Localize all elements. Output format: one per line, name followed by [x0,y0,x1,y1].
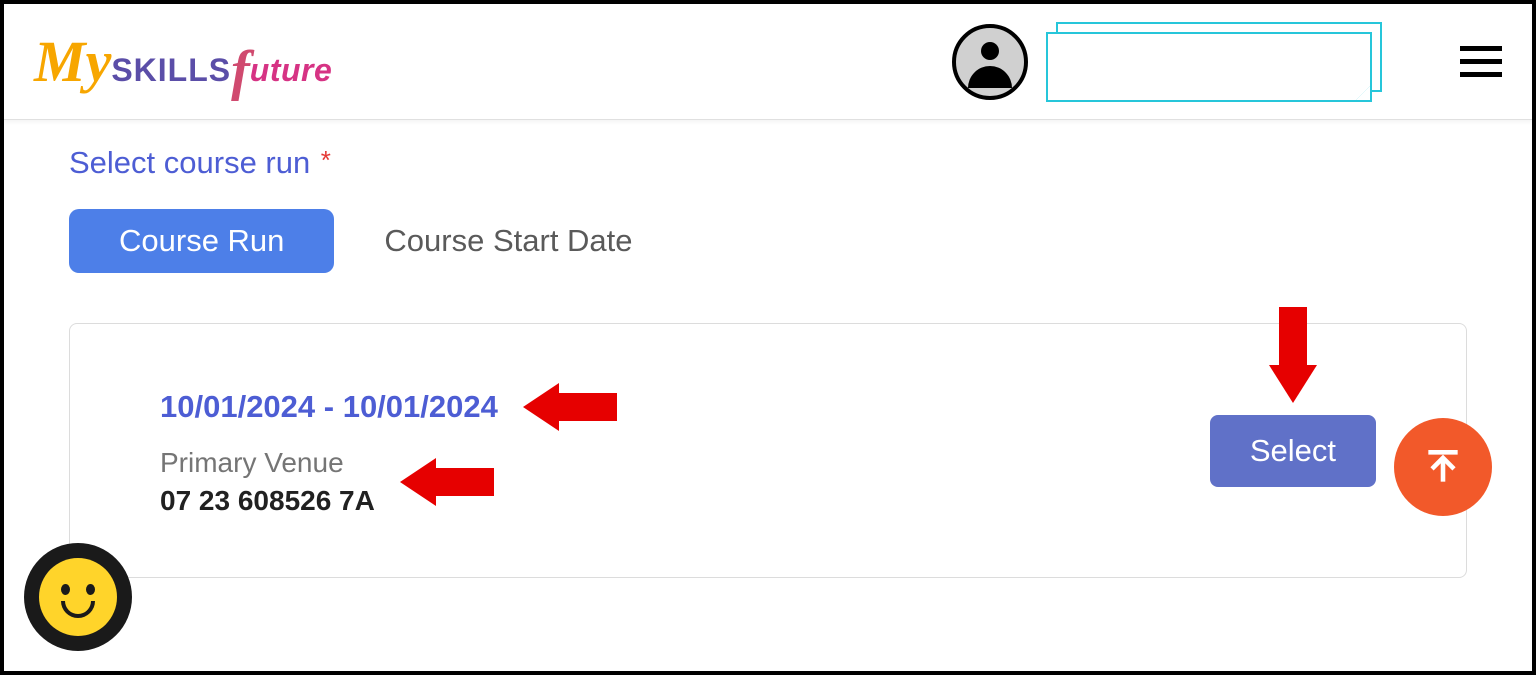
venue-value: 07 23 608526 7A [160,485,375,517]
logo-my: My [34,28,111,95]
feedback-button[interactable] [24,543,132,651]
date-range: 10/01/2024 - 10/01/2024 [160,389,498,425]
course-run-card: 10/01/2024 - 10/01/2024 Primary Venue 07… [69,323,1467,578]
user-info-box[interactable] [1046,22,1382,102]
select-container: Select [1210,415,1376,487]
tabs: Course Run Course Start Date [69,209,1467,273]
profile-icon[interactable] [952,24,1028,100]
hamburger-menu-icon[interactable] [1460,46,1502,77]
tab-course-run[interactable]: Course Run [69,209,334,273]
section-title: Select course run [69,145,310,180]
smiley-icon [39,558,117,636]
logo-skills: SKILLS [111,52,231,89]
logo-future: uture [250,52,333,89]
arrow-down-icon [1268,307,1318,403]
header-right [952,22,1502,102]
logo[interactable]: My SKILLS f uture [34,28,332,95]
card-info: 10/01/2024 - 10/01/2024 Primary Venue 07… [160,384,623,517]
arrow-left-icon [523,384,623,429]
scroll-to-top-button[interactable] [1394,418,1492,516]
select-button[interactable]: Select [1210,415,1376,487]
venue-label: Primary Venue [160,447,375,479]
required-indicator: * [321,145,331,175]
arrow-up-icon [1421,445,1465,489]
section-heading: Select course run * [69,145,1467,181]
main-content: Select course run * Course Run Course St… [4,120,1532,603]
header: My SKILLS f uture [4,4,1532,120]
logo-future-f: f [231,39,250,103]
tab-course-start-date[interactable]: Course Start Date [384,223,632,259]
date-row: 10/01/2024 - 10/01/2024 [160,384,623,429]
arrow-left-icon [400,460,500,505]
venue-row: Primary Venue 07 23 608526 7A [160,447,623,517]
